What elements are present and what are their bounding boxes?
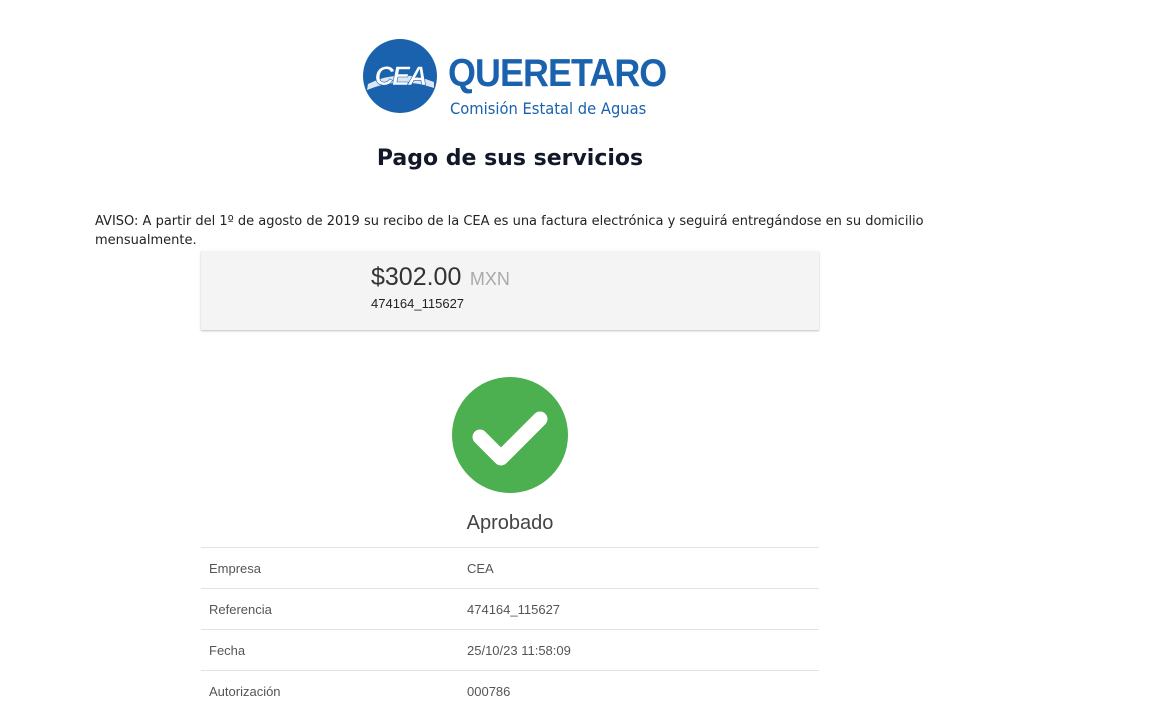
details-row-referencia: Referencia 474164_115627 [201, 588, 819, 629]
amount-value: $302.00 [371, 263, 462, 291]
details-row-fecha: Fecha 25/10/23 11:58:09 [201, 629, 819, 670]
details-label: Fecha [209, 643, 246, 658]
check-circle-icon [452, 377, 568, 493]
amount-reference: 474164_115627 [371, 296, 465, 311]
amount-line: $302.00 MXN [371, 263, 510, 292]
amount-card: $302.00 MXN 474164_115627 [201, 251, 819, 330]
details-value: 000786 [467, 684, 511, 699]
details-label: Empresa [209, 561, 262, 576]
details-row-autorizacion: Autorización 000786 [201, 670, 819, 711]
details-label: Autorización [209, 684, 281, 699]
status-text: Aprobado [466, 512, 554, 534]
notice-text: AVISO: A partir del 1º de agosto de 2019… [95, 214, 924, 248]
cea-logo-mark-icon: CEA [363, 39, 437, 113]
details-value: CEA [467, 561, 494, 576]
logo-subtitle: Comisión Estatal de Aguas [450, 99, 647, 118]
cea-queretaro-logo: CEA QUERETARO Comisión Estatal de Aguas [362, 38, 667, 118]
logo-wordmark: QUERETARO [448, 52, 667, 95]
details-value: 25/10/23 11:58:09 [467, 643, 571, 658]
details-label: Referencia [209, 602, 272, 617]
details-value: 474164_115627 [467, 602, 561, 617]
page-title: Pago de sus servicios [376, 146, 644, 171]
amount-currency: MXN [469, 269, 510, 289]
details-table: Empresa CEA Referencia 474164_115627 Fec… [201, 547, 819, 711]
logo-mark-text: CEA [374, 61, 426, 91]
success-indicator [452, 377, 568, 493]
details-row-empresa: Empresa CEA [201, 547, 819, 588]
payment-page: CEA QUERETARO Comisión Estatal de Aguas … [0, 0, 1150, 722]
